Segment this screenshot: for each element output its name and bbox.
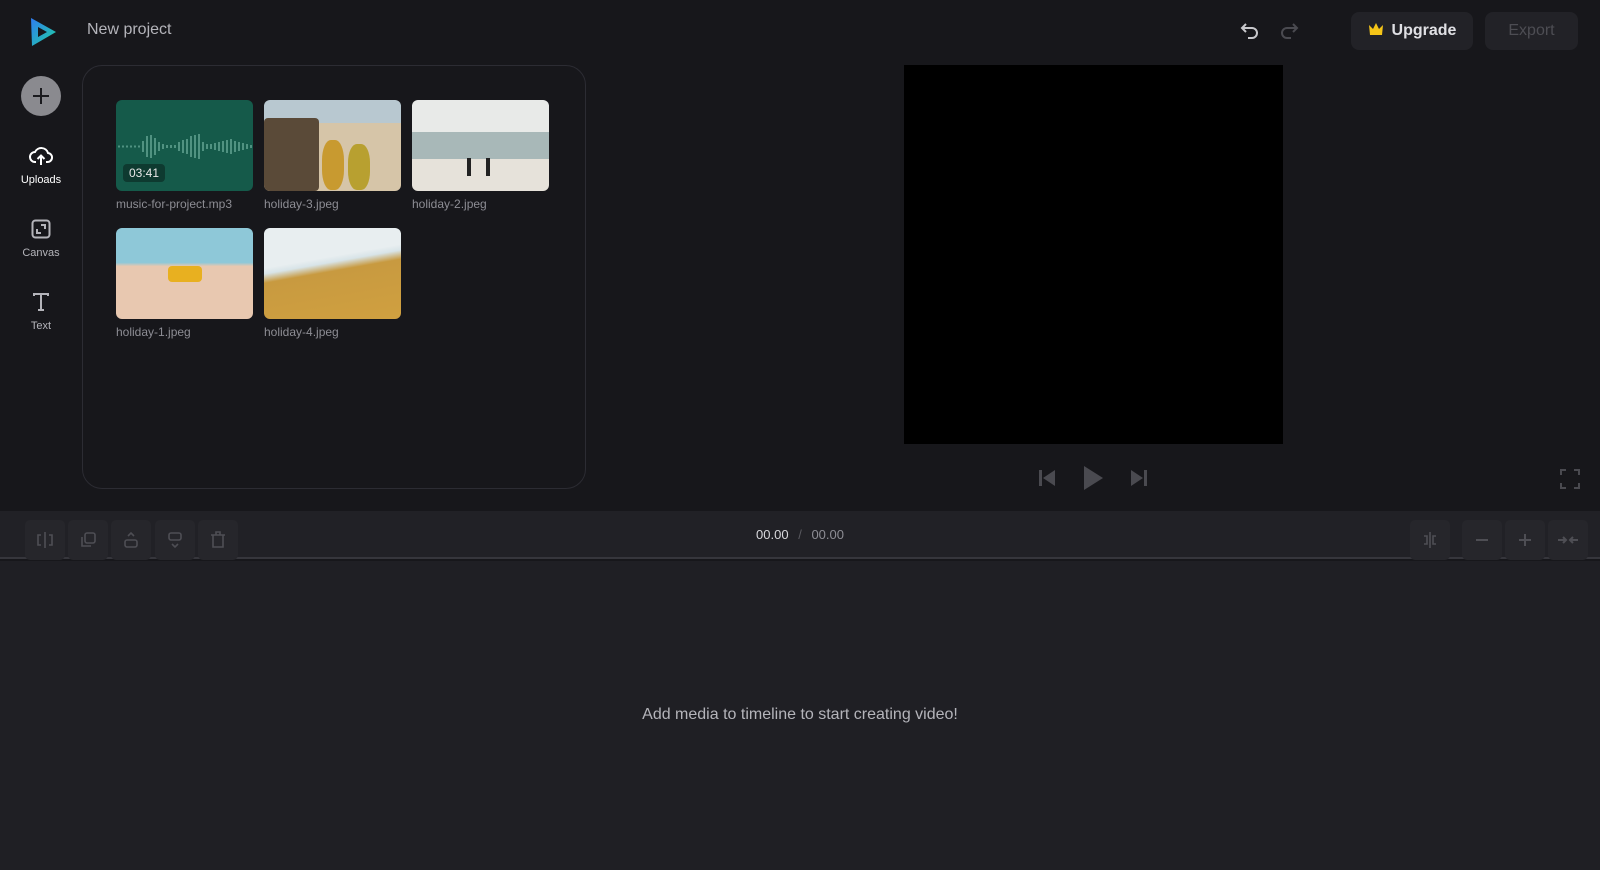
sidebar-item-uploads[interactable]: Uploads: [0, 146, 82, 186]
delete-button[interactable]: [198, 520, 238, 560]
media-filename: holiday-4.jpeg: [264, 325, 339, 339]
sidebar-label: Text: [30, 320, 52, 332]
split-button[interactable]: [25, 520, 65, 560]
layer-down-icon: [168, 532, 182, 549]
duration-badge: 03:41: [123, 164, 166, 182]
empty-timeline-message: Add media to timeline to start creating …: [642, 706, 958, 723]
move-down-button[interactable]: [155, 520, 195, 560]
trash-icon: [211, 531, 225, 548]
skip-back-icon[interactable]: [1035, 466, 1059, 490]
current-time: 00.00: [756, 527, 789, 542]
zoom-out-button[interactable]: [1462, 520, 1502, 560]
media-filename: holiday-1.jpeg: [116, 325, 191, 339]
crown-icon: [1368, 22, 1384, 41]
media-item-image[interactable]: [116, 228, 253, 319]
media-item-audio[interactable]: 03:41: [116, 100, 253, 191]
timeline-area[interactable]: Add media to timeline to start creating …: [0, 561, 1600, 870]
time-display: 00.00 / 00.00: [720, 527, 880, 542]
skip-forward-icon[interactable]: [1127, 466, 1151, 490]
redo-icon[interactable]: [1277, 19, 1301, 43]
media-item-image[interactable]: [264, 228, 401, 319]
collapse-arrows-icon: [1558, 536, 1578, 544]
video-preview: [904, 65, 1283, 444]
total-time: 00.00: [811, 527, 844, 542]
media-filename: music-for-project.mp3: [116, 197, 233, 211]
upgrade-button[interactable]: Upgrade: [1351, 12, 1473, 50]
fit-timeline-button[interactable]: [1548, 520, 1588, 560]
header: New project Upgrade Export: [0, 0, 1600, 62]
sidebar-item-canvas[interactable]: Canvas: [0, 219, 82, 259]
media-item-image[interactable]: [264, 100, 401, 191]
minus-icon: [1476, 539, 1488, 541]
text-icon: [31, 292, 51, 315]
layer-up-icon: [124, 531, 138, 548]
media-filename: holiday-3.jpeg: [264, 197, 339, 211]
snap-icon: [1424, 532, 1436, 548]
move-up-button[interactable]: [111, 520, 151, 560]
undo-icon[interactable]: [1238, 19, 1262, 43]
sidebar-label: Canvas: [22, 247, 60, 259]
duplicate-icon: [81, 532, 96, 547]
canvas-icon: [31, 219, 51, 242]
time-separator: /: [798, 527, 802, 542]
zoom-in-button[interactable]: [1505, 520, 1545, 560]
play-icon[interactable]: [1080, 464, 1106, 492]
upgrade-label: Upgrade: [1391, 22, 1457, 39]
split-icon: [37, 532, 53, 548]
project-title[interactable]: New project: [87, 21, 171, 39]
media-filename: holiday-2.jpeg: [412, 197, 487, 211]
snap-button[interactable]: [1410, 520, 1450, 560]
export-button[interactable]: Export: [1485, 12, 1578, 50]
sidebar-label: Uploads: [20, 174, 62, 186]
cloud-upload-icon: [29, 146, 54, 169]
plus-icon: [1519, 534, 1531, 546]
timeline-toolbar: 00.00 / 00.00: [0, 511, 1600, 560]
add-media-button[interactable]: [21, 76, 61, 116]
uploads-panel: 03:41 music-for-project.mp3 holiday-3.jp…: [82, 65, 586, 489]
fullscreen-icon[interactable]: [1558, 467, 1582, 491]
duplicate-button[interactable]: [68, 520, 108, 560]
app-logo[interactable]: [29, 17, 57, 52]
sidebar-item-text[interactable]: Text: [0, 292, 82, 332]
media-item-image[interactable]: [412, 100, 549, 191]
